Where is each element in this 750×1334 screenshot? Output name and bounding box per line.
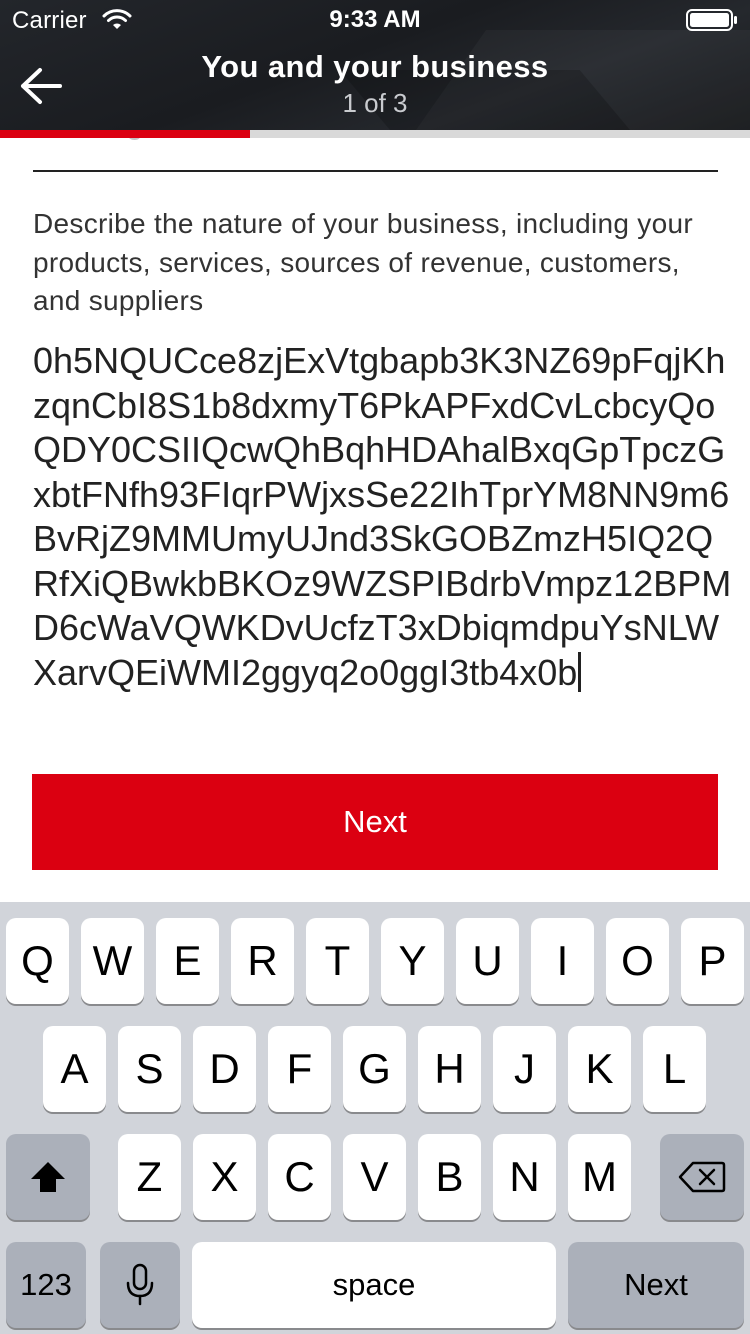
key-u[interactable]: U xyxy=(456,918,519,1004)
shift-key[interactable] xyxy=(6,1134,90,1220)
app-screen: Carrier 9:33 AM You and your business 1 … xyxy=(0,0,750,1334)
step-indicator: 1 of 3 xyxy=(342,88,408,118)
key-d[interactable]: D xyxy=(193,1026,256,1112)
next-button[interactable]: Next xyxy=(32,774,718,870)
key-a[interactable]: A xyxy=(43,1026,106,1112)
status-bar: Carrier 9:33 AM xyxy=(0,0,750,40)
backspace-icon xyxy=(678,1161,726,1193)
numbers-key[interactable]: 123 xyxy=(6,1242,86,1328)
key-h[interactable]: H xyxy=(418,1026,481,1112)
key-z[interactable]: Z xyxy=(118,1134,181,1220)
key-k[interactable]: K xyxy=(568,1026,631,1112)
business-description-label: Describe the nature of your business, in… xyxy=(33,208,693,316)
key-g[interactable]: G xyxy=(343,1026,406,1112)
business-description-text: 0h5NQUCce8zjExVtgbapb3K3NZ69pFqjKhzqnCbI… xyxy=(33,340,732,693)
key-r[interactable]: R xyxy=(231,918,294,1004)
key-x[interactable]: X xyxy=(193,1134,256,1220)
key-j[interactable]: J xyxy=(493,1026,556,1112)
dictation-key[interactable] xyxy=(100,1242,180,1328)
shift-icon xyxy=(31,1162,65,1192)
key-b[interactable]: B xyxy=(418,1134,481,1220)
key-n[interactable]: N xyxy=(493,1134,556,1220)
delete-key[interactable] xyxy=(660,1134,744,1220)
key-t[interactable]: T xyxy=(306,918,369,1004)
keyboard-next-key[interactable]: Next xyxy=(568,1242,744,1328)
microphone-icon xyxy=(126,1263,154,1306)
navigation-header: Carrier 9:33 AM You and your business 1 … xyxy=(0,0,750,130)
key-f[interactable]: F xyxy=(268,1026,331,1112)
key-p[interactable]: P xyxy=(681,918,744,1004)
key-w[interactable]: W xyxy=(81,918,144,1004)
key-m[interactable]: M xyxy=(568,1134,631,1220)
previous-field-underline xyxy=(33,170,718,172)
text-cursor xyxy=(578,651,582,692)
key-q[interactable]: Q xyxy=(6,918,69,1004)
key-e[interactable]: E xyxy=(156,918,219,1004)
key-l[interactable]: L xyxy=(643,1026,706,1112)
battery-icon xyxy=(686,9,737,31)
key-v[interactable]: V xyxy=(343,1134,406,1220)
progress-fill xyxy=(0,130,250,138)
key-y[interactable]: Y xyxy=(381,918,444,1004)
space-key[interactable]: space xyxy=(192,1242,556,1328)
key-i[interactable]: I xyxy=(531,918,594,1004)
key-s[interactable]: S xyxy=(118,1026,181,1112)
business-description-input[interactable]: 0h5NQUCce8zjExVtgbapb3K3NZ69pFqjKhzqnCbI… xyxy=(33,339,733,695)
progress-bar xyxy=(0,130,750,138)
key-c[interactable]: C xyxy=(268,1134,331,1220)
status-time: 9:33 AM xyxy=(329,6,421,33)
page-title: You and your business xyxy=(201,49,549,84)
on-screen-keyboard: 123 space Next QWERTYUIOP ASDFGHJKL ZXCVBN… xyxy=(0,902,750,1334)
key-o[interactable]: O xyxy=(606,918,669,1004)
